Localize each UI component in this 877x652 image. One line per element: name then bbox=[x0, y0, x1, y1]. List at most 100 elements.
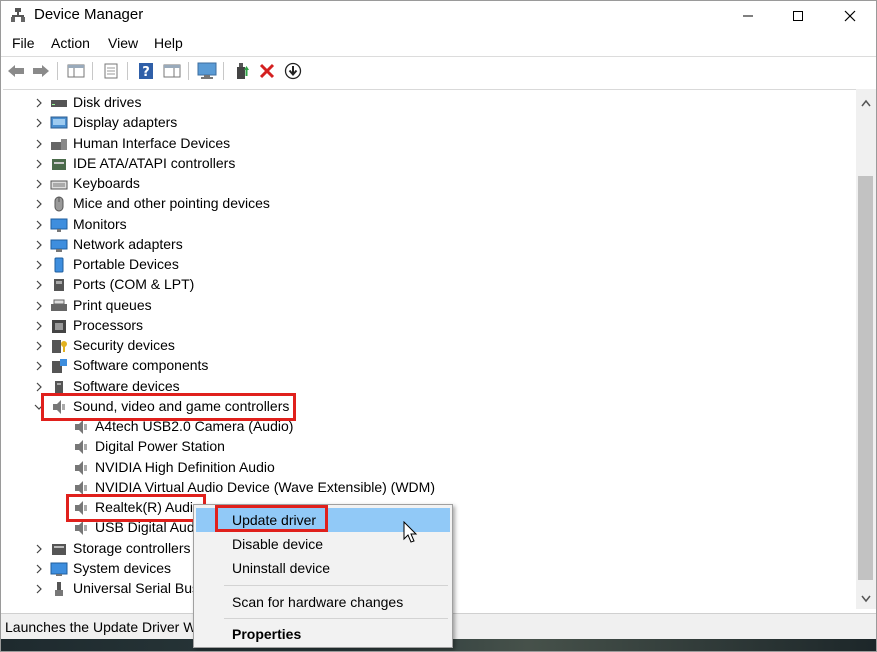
chevron-right-icon[interactable] bbox=[33, 259, 45, 271]
tree-category-row[interactable]: Portable Devices bbox=[3, 255, 843, 275]
scroll-up-button[interactable] bbox=[856, 93, 876, 113]
display-adapter-icon bbox=[50, 115, 68, 131]
tree-category-row[interactable]: IDE ATA/ATAPI controllers bbox=[3, 154, 843, 174]
tree-device-label: Digital Power Station bbox=[95, 438, 225, 455]
chevron-right-icon[interactable] bbox=[33, 360, 45, 372]
chevron-right-icon[interactable] bbox=[33, 97, 45, 109]
chevron-right-icon[interactable] bbox=[33, 583, 45, 595]
tree-category-label: Monitors bbox=[73, 215, 127, 232]
chevron-right-icon[interactable] bbox=[33, 340, 45, 352]
tree-category-row[interactable]: Monitors bbox=[3, 215, 843, 235]
maximize-icon bbox=[793, 11, 803, 21]
tree-category-row[interactable]: Security devices bbox=[3, 336, 843, 356]
portable-device-icon bbox=[50, 257, 68, 273]
chevron-right-icon[interactable] bbox=[33, 300, 45, 312]
context-item-label: Properties bbox=[232, 626, 302, 642]
forward-arrow-icon bbox=[33, 65, 49, 77]
close-button[interactable] bbox=[825, 1, 875, 31]
security-device-icon bbox=[50, 338, 68, 354]
scan-hardware-button[interactable] bbox=[196, 60, 218, 82]
chevron-right-icon[interactable] bbox=[33, 320, 45, 332]
chevron-up-icon bbox=[861, 99, 871, 107]
tree-device-label: NVIDIA High Definition Audio bbox=[95, 458, 275, 475]
chevron-right-icon[interactable] bbox=[33, 178, 45, 190]
tree-category-label: Disk drives bbox=[73, 94, 142, 110]
back-arrow-icon bbox=[8, 65, 24, 77]
chevron-right-icon[interactable] bbox=[33, 381, 45, 393]
show-hide-console-tree-button[interactable] bbox=[65, 60, 87, 82]
menu-divider bbox=[1, 56, 876, 57]
tree-category-row[interactable]: Print queues bbox=[3, 296, 843, 316]
tree-category-label: Network adapters bbox=[73, 235, 183, 252]
tree-category-row[interactable]: Human Interface Devices bbox=[3, 134, 843, 154]
chevron-right-icon[interactable] bbox=[33, 117, 45, 129]
vertical-scrollbar[interactable] bbox=[856, 89, 876, 609]
tree-category-label: Display adapters bbox=[73, 114, 178, 131]
tree-category-row[interactable]: Display adapters bbox=[3, 113, 843, 133]
window-title: Device Manager bbox=[34, 6, 144, 23]
chevron-right-icon[interactable] bbox=[33, 563, 45, 575]
help-button[interactable]: ? bbox=[135, 60, 157, 82]
menu-view[interactable]: View bbox=[108, 35, 138, 51]
tree-category-row[interactable]: Software components bbox=[3, 356, 843, 376]
title-bar: Device Manager bbox=[1, 1, 876, 31]
scroll-thumb[interactable] bbox=[858, 176, 873, 580]
chevron-right-icon[interactable] bbox=[33, 543, 45, 555]
disable-device-toolbar-button[interactable] bbox=[282, 60, 304, 82]
properties-button[interactable] bbox=[100, 60, 122, 82]
storage-controller-icon bbox=[50, 541, 68, 557]
toolbar: ? bbox=[1, 58, 876, 84]
chevron-right-icon[interactable] bbox=[33, 158, 45, 170]
chevron-right-icon[interactable] bbox=[33, 219, 45, 231]
mouse-cursor-icon bbox=[403, 521, 418, 543]
uninstall-device-toolbar-button[interactable] bbox=[256, 60, 278, 82]
menu-file[interactable]: File bbox=[12, 35, 35, 51]
action-pane-icon bbox=[163, 64, 181, 78]
context-properties[interactable]: Properties bbox=[196, 622, 450, 646]
menu-help[interactable]: Help bbox=[154, 35, 183, 51]
sound-category-highlight-box bbox=[41, 392, 296, 421]
chevron-right-icon[interactable] bbox=[33, 279, 45, 291]
tree-category-row[interactable]: Keyboards bbox=[3, 174, 843, 194]
tree-category-row[interactable]: Mice and other pointing devices bbox=[3, 194, 843, 214]
monitor-scan-icon bbox=[197, 62, 217, 79]
tree-device-row[interactable]: Digital Power Station bbox=[3, 437, 843, 457]
keyboard-icon bbox=[50, 176, 68, 192]
context-uninstall-device[interactable]: Uninstall device bbox=[196, 556, 450, 580]
context-scan-hardware[interactable]: Scan for hardware changes bbox=[196, 590, 450, 614]
toolbar-separator bbox=[188, 62, 189, 80]
tree-category-row[interactable]: Processors bbox=[3, 316, 843, 336]
tree-category-label: Software components bbox=[73, 357, 209, 374]
tree-category-label: Portable Devices bbox=[73, 256, 179, 272]
tree-category-label: Keyboards bbox=[73, 175, 140, 191]
update-driver-toolbar-button[interactable] bbox=[231, 60, 253, 82]
software-component-icon bbox=[50, 358, 68, 374]
sound-icon bbox=[72, 439, 90, 455]
chevron-right-icon[interactable] bbox=[33, 138, 45, 150]
network-adapter-icon bbox=[50, 237, 68, 253]
tree-category-label: Software devices bbox=[73, 377, 180, 394]
back-button[interactable] bbox=[5, 60, 27, 82]
tree-category-row[interactable]: Disk drives bbox=[3, 93, 843, 113]
help-icon: ? bbox=[139, 63, 153, 80]
scroll-down-button[interactable] bbox=[856, 589, 876, 609]
tree-category-row[interactable]: Ports (COM & LPT) bbox=[3, 275, 843, 295]
tree-device-label: NVIDIA Virtual Audio Device (Wave Extens… bbox=[95, 478, 435, 495]
printer-icon bbox=[50, 298, 68, 314]
mouse-icon bbox=[50, 196, 68, 212]
context-item-label: Scan for hardware changes bbox=[232, 594, 404, 610]
tree-category-row[interactable]: Network adapters bbox=[3, 235, 843, 255]
hid-icon bbox=[50, 136, 68, 152]
menu-action[interactable]: Action bbox=[51, 35, 90, 51]
forward-button[interactable] bbox=[30, 60, 52, 82]
tree-category-label: Mice and other pointing devices bbox=[73, 195, 270, 212]
tree-device-row[interactable]: NVIDIA High Definition Audio bbox=[3, 458, 843, 478]
show-hide-action-pane-button[interactable] bbox=[161, 60, 183, 82]
toolbar-separator bbox=[127, 62, 128, 80]
minimize-button[interactable] bbox=[723, 1, 773, 31]
chevron-right-icon[interactable] bbox=[33, 239, 45, 251]
sound-icon bbox=[72, 520, 90, 536]
tree-category-label: IDE ATA/ATAPI controllers bbox=[73, 154, 236, 171]
chevron-right-icon[interactable] bbox=[33, 198, 45, 210]
maximize-button[interactable] bbox=[773, 1, 823, 31]
